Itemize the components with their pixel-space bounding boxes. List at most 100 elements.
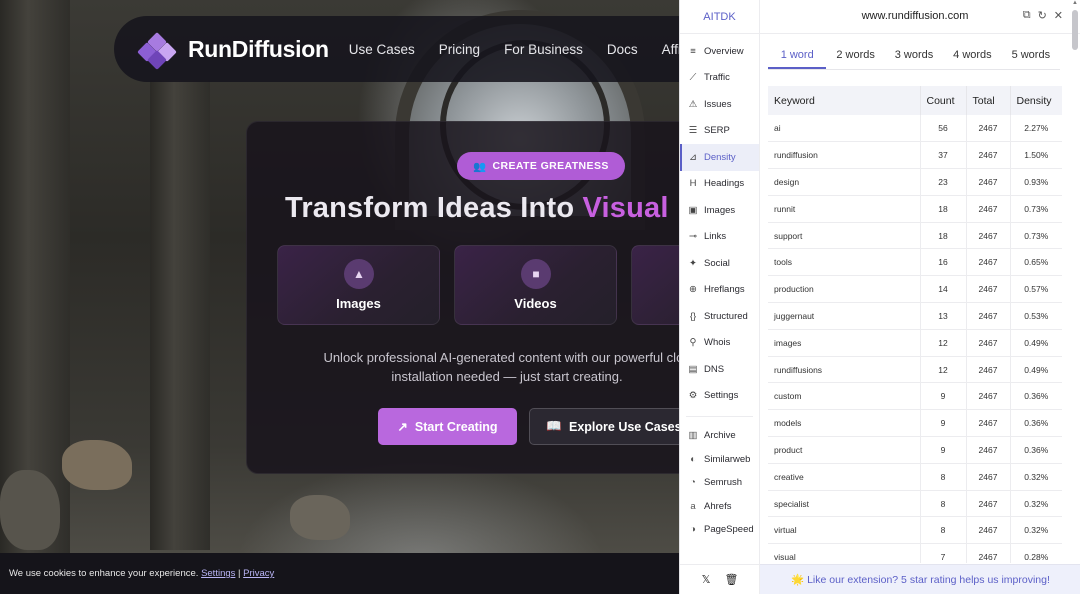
density-cell: 0.32%: [1010, 516, 1062, 545]
count-cell: 23: [920, 168, 967, 196]
background-rock: [0, 470, 60, 550]
sidebar-item-social[interactable]: ✦ Social: [680, 250, 759, 277]
total-cell: 2467: [966, 302, 1011, 330]
count-cell: 8: [920, 516, 967, 545]
extension-panel: AITDK ≡ Overview ⟋ Traffic ⚠ Issues ☰ SERP ⊿ Dens…: [679, 0, 1080, 594]
background-rock: [62, 440, 132, 490]
table-row: ai 56 2467 2.27%: [768, 115, 1062, 143]
hero-description-line: installation needed — just start creatin…: [391, 369, 623, 384]
cookie-banner: We use cookies to enhance your experienc…: [0, 553, 680, 594]
media-card-images[interactable]: ▲ Images: [277, 245, 440, 325]
keyword-cell: visual: [768, 543, 921, 563]
sidebar-item-whois[interactable]: ⚲ Whois: [680, 330, 759, 357]
x-twitter-icon[interactable]: 𝕏: [702, 573, 711, 586]
nav-link-use-cases[interactable]: Use Cases: [349, 42, 415, 57]
background-rock: [290, 495, 350, 540]
images-icon: ▣: [688, 204, 698, 216]
keyword-cell: tools: [768, 248, 921, 277]
cookie-privacy-link[interactable]: Privacy: [243, 568, 274, 579]
column-header-count[interactable]: Count: [920, 86, 967, 115]
table-row: production 14 2467 0.57%: [768, 275, 1062, 304]
keyword-cell: creative: [768, 463, 921, 491]
external-link-icon: ↗: [397, 420, 408, 434]
keyword-cell: juggernaut: [768, 302, 921, 330]
hero-description-line: Unlock professional AI-generated content…: [323, 350, 680, 365]
table-row: runnit 18 2467 0.73%: [768, 195, 1062, 223]
nav-link-pricing[interactable]: Pricing: [439, 42, 480, 57]
cookie-settings-link[interactable]: Settings: [201, 568, 235, 579]
column-header-total[interactable]: Total: [966, 86, 1011, 115]
tab-3-words[interactable]: 3 words: [885, 44, 943, 69]
column-header-density[interactable]: Density: [1010, 86, 1062, 115]
sidebar-item-links[interactable]: ⊸ Links: [680, 224, 759, 251]
sidebar-item-structured[interactable]: {} Structured: [680, 303, 759, 330]
sidebar-item-label: SERP: [704, 125, 730, 137]
start-creating-button[interactable]: ↗ Start Creating: [378, 408, 517, 445]
sidebar-item-label: Overview: [704, 45, 744, 57]
sidebar-item-headings[interactable]: H Headings: [680, 171, 759, 198]
image-icon: ▲: [344, 259, 374, 289]
density-cell: 0.36%: [1010, 382, 1062, 411]
explore-use-cases-button[interactable]: 📖 Explore Use Cases: [529, 408, 680, 445]
site-navbar: RunDiffusion Use Cases Pricing For Busin…: [114, 16, 680, 82]
external-link-semrush[interactable]: ◔ Semrush: [680, 471, 759, 495]
extension-brand: AITDK: [680, 0, 759, 34]
sidebar-item-settings[interactable]: ⚙ Settings: [680, 383, 759, 410]
table-row: juggernaut 13 2467 0.53%: [768, 302, 1062, 330]
whois-icon: ⚲: [689, 337, 697, 349]
tab-2-words[interactable]: 2 words: [826, 44, 884, 69]
tab-5-words[interactable]: 5 words: [1002, 44, 1060, 69]
scrollbar-thumb[interactable]: [1072, 10, 1078, 50]
nav-link-docs[interactable]: Docs: [607, 42, 638, 57]
sidebar-item-images[interactable]: ▣ Images: [680, 197, 759, 224]
site-logo[interactable]: RunDiffusion: [137, 32, 329, 70]
column-header-keyword[interactable]: Keyword: [768, 86, 921, 115]
sidebar-item-hreflangs[interactable]: ⊕ Hreflangs: [680, 277, 759, 304]
extension-sidebar: AITDK ≡ Overview ⟋ Traffic ⚠ Issues ☰ SERP ⊿ Dens…: [680, 0, 760, 594]
scroll-up-arrow-icon[interactable]: ▲: [1072, 0, 1078, 6]
hero-description: Unlock professional AI-generated content…: [287, 348, 680, 386]
refresh-icon[interactable]: ↻: [1038, 9, 1047, 22]
sidebar-divider: [686, 416, 753, 417]
media-card-partial[interactable]: [631, 245, 680, 325]
media-card-videos[interactable]: ■ Videos: [454, 245, 617, 325]
count-cell: 18: [920, 195, 967, 223]
external-link-ahrefs[interactable]: a Ahrefs: [680, 495, 759, 519]
nav-link-affiliate[interactable]: Affiliat: [662, 42, 680, 57]
external-link-pagespeed[interactable]: ◑ PageSpeed: [680, 518, 759, 542]
table-row: tools 16 2467 0.65%: [768, 248, 1062, 277]
total-cell: 2467: [966, 168, 1011, 196]
word-count-tabs: 1 word 2 words 3 words 4 words 5 words: [768, 44, 1060, 70]
serp-icon: ☰: [688, 125, 698, 137]
sidebar-item-density[interactable]: ⊿ Density: [680, 144, 759, 171]
sidebar-item-traffic[interactable]: ⟋ Traffic: [680, 65, 759, 92]
external-link-archive[interactable]: ▥ Archive: [680, 424, 759, 448]
sidebar-item-label: Issues: [704, 98, 732, 110]
sidebar-item-overview[interactable]: ≡ Overview: [680, 38, 759, 65]
rating-prompt[interactable]: 🌟 Like our extension? 5 star rating help…: [760, 564, 1080, 594]
extension-topbar: www.rundiffusion.com ⧉ ↻ ✕: [760, 0, 1080, 34]
hero-title: Transform Ideas Into Visual: [285, 192, 669, 225]
nav-link-for-business[interactable]: For Business: [504, 42, 583, 57]
table-row: visual 7 2467 0.28%: [768, 543, 1062, 563]
sidebar-item-label: Structured: [704, 310, 748, 322]
sidebar-item-serp[interactable]: ☰ SERP: [680, 118, 759, 145]
sidebar-item-issues[interactable]: ⚠ Issues: [680, 91, 759, 118]
sidebar-item-dns[interactable]: ▤ DNS: [680, 356, 759, 383]
keyword-density-table: Keyword Count Total Density ai 56 2467 2.27…: [768, 86, 1062, 563]
close-icon[interactable]: ✕: [1054, 9, 1063, 22]
tab-4-words[interactable]: 4 words: [943, 44, 1001, 69]
external-link-similarweb[interactable]: ◐ Similarweb: [680, 448, 759, 472]
crop-icon[interactable]: ⧉: [1023, 9, 1031, 22]
total-cell: 2467: [966, 195, 1011, 223]
density-cell: 1.50%: [1010, 141, 1062, 170]
total-cell: 2467: [966, 543, 1011, 563]
tab-1-word[interactable]: 1 word: [768, 44, 827, 69]
count-cell: 9: [920, 382, 967, 411]
keyword-cell: models: [768, 409, 921, 438]
sidebar-item-label: Images: [704, 204, 736, 216]
trash-icon[interactable]: 🗑: [724, 573, 738, 586]
total-cell: 2467: [966, 436, 1011, 464]
external-tools: ▥ Archive ◐ Similarweb ◔ Semrush a Ahrefs ◑ PageS…: [680, 424, 759, 542]
hero-title-accent: Visual: [582, 192, 669, 224]
